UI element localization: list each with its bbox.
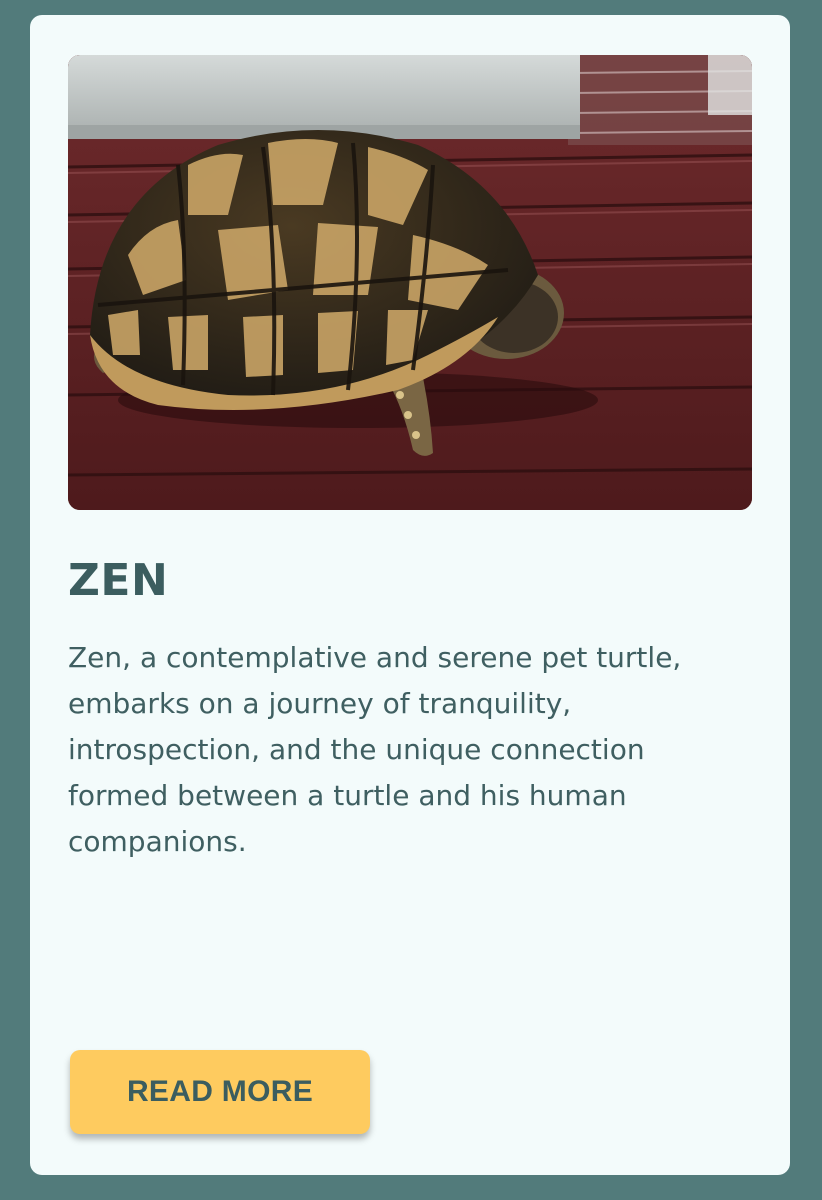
card-title: ZEN (68, 555, 169, 606)
pet-card: ZEN Zen, a contemplative and serene pet … (30, 15, 790, 1175)
turtle-photo (68, 55, 752, 510)
card-description: Zen, a contemplative and serene pet turt… (68, 641, 682, 858)
read-more-button[interactable]: READ MORE (70, 1050, 370, 1134)
